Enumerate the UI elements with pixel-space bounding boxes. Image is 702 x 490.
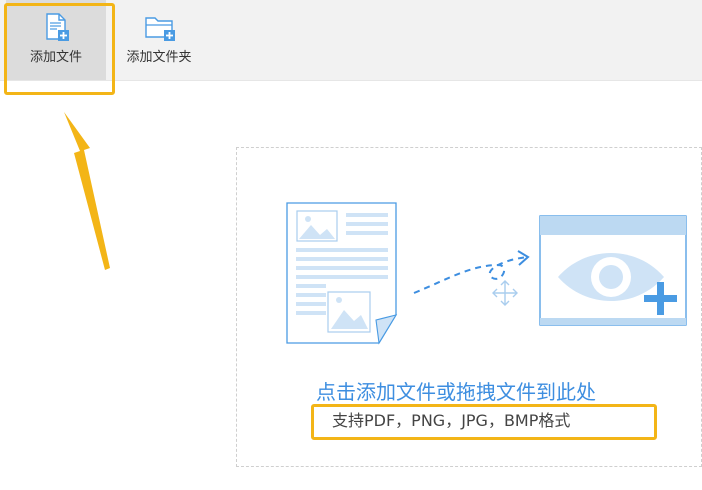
- add-folder-label: 添加文件夹: [126, 50, 192, 65]
- add-folder-icon: [144, 12, 175, 42]
- preview-window-icon: [539, 215, 687, 326]
- add-file-label: 添加文件: [29, 50, 82, 65]
- drop-zone-title: 点击添加文件或拖拽文件到此处: [316, 380, 596, 404]
- add-file-icon: [41, 12, 71, 42]
- add-folder-button[interactable]: 添加文件夹: [114, 0, 204, 80]
- toolbar: 添加文件 添加文件夹: [0, 0, 702, 81]
- document-icon: [286, 202, 398, 345]
- move-icon: [492, 280, 518, 306]
- drop-zone-subtitle: 支持PDF，PNG，JPG，BMP格式: [332, 411, 571, 430]
- drop-illustration: [286, 202, 687, 345]
- add-file-button[interactable]: 添加文件: [6, 0, 106, 80]
- app-window: 添加文件 添加文件夹 点击添加文件或拖拽文件到此处 支持PDF，PNG，JPG，…: [0, 0, 702, 490]
